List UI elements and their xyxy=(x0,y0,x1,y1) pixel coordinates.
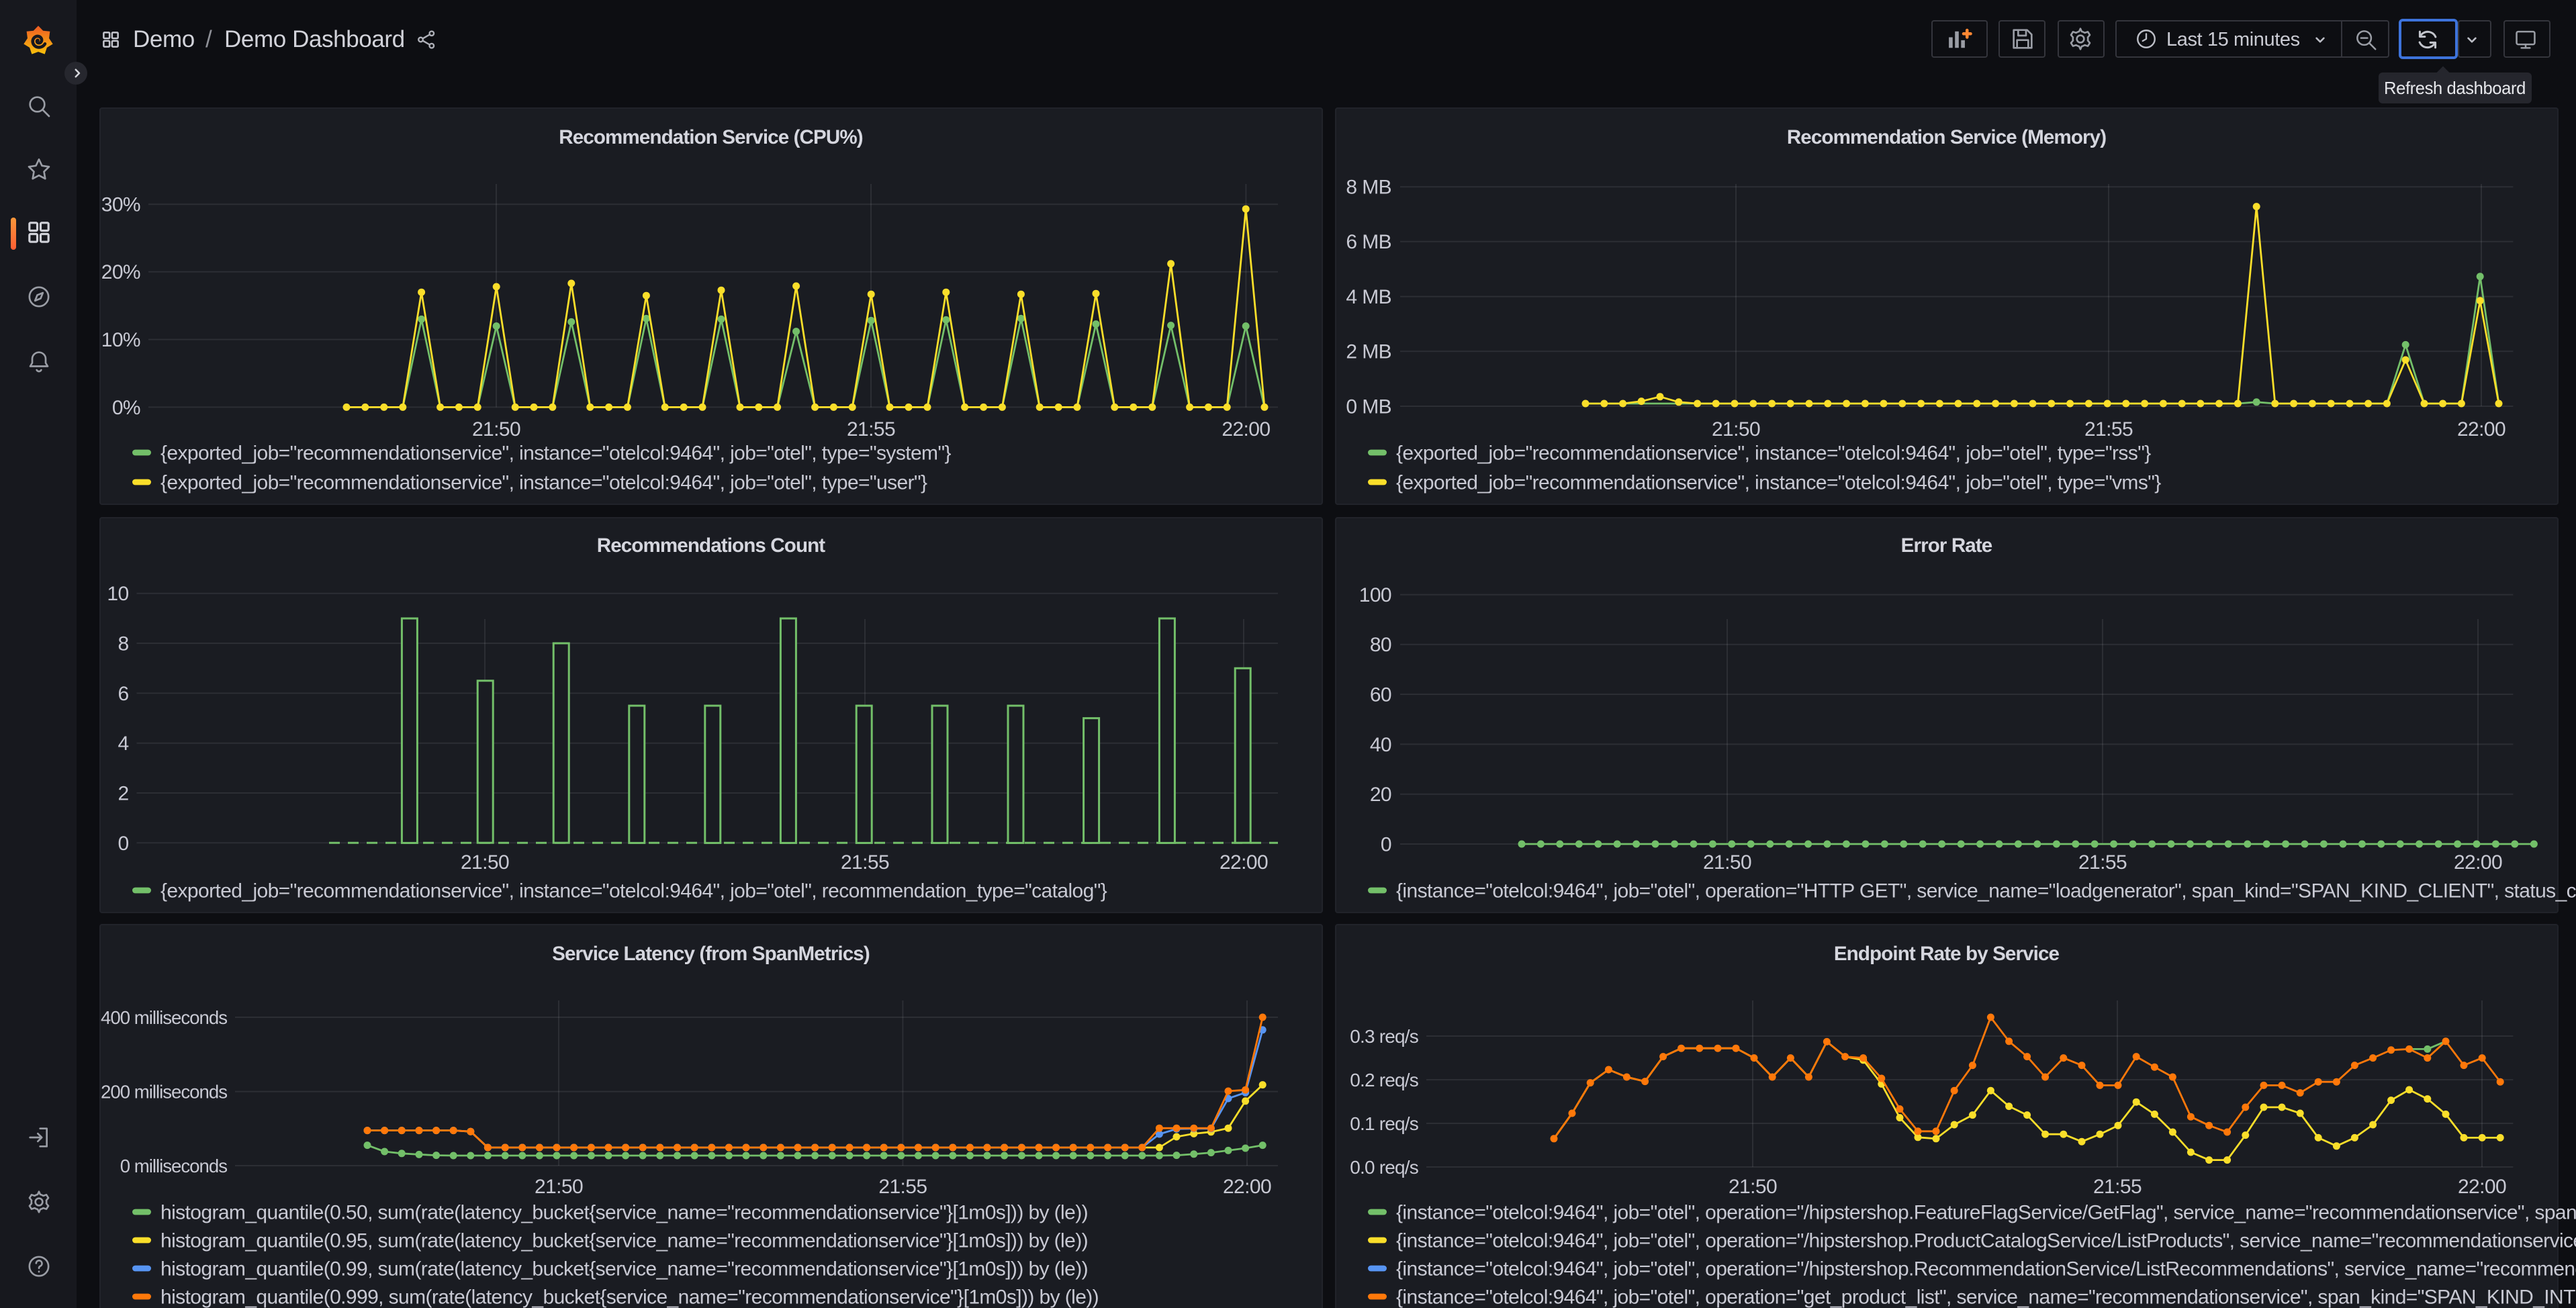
svg-text:80: 80 xyxy=(1370,634,1391,656)
svg-text:0.3 req/s: 0.3 req/s xyxy=(1350,1026,1418,1047)
svg-text:21:50: 21:50 xyxy=(472,418,520,440)
svg-text:8 MB: 8 MB xyxy=(1346,177,1391,199)
svg-text:10: 10 xyxy=(107,583,128,605)
svg-text:20: 20 xyxy=(1370,784,1391,806)
svg-text:22:00: 22:00 xyxy=(1222,418,1270,440)
svg-text:{exported_job="recommendations: {exported_job="recommendationservice", i… xyxy=(160,880,1107,902)
svg-text:22:00: 22:00 xyxy=(2457,418,2505,440)
svg-text:200 milliseconds: 200 milliseconds xyxy=(101,1082,227,1103)
svg-text:21:50: 21:50 xyxy=(1712,418,1760,440)
svg-text:21:50: 21:50 xyxy=(461,851,509,874)
svg-text:{instance="otelcol:9464", job=: {instance="otelcol:9464", job="otel", op… xyxy=(1396,1201,2576,1223)
svg-text:400 milliseconds: 400 milliseconds xyxy=(101,1007,227,1028)
svg-text:histogram_quantile(0.999, sum(: histogram_quantile(0.999, sum(rate(laten… xyxy=(160,1286,1099,1308)
svg-text:{exported_job="recommendations: {exported_job="recommendationservice", i… xyxy=(1396,442,2151,464)
svg-text:40: 40 xyxy=(1370,734,1391,756)
svg-text:21:55: 21:55 xyxy=(2078,851,2127,874)
svg-text:60: 60 xyxy=(1370,684,1391,706)
svg-text:30%: 30% xyxy=(101,193,140,216)
svg-text:2 MB: 2 MB xyxy=(1346,341,1391,363)
svg-text:21:50: 21:50 xyxy=(1729,1176,1777,1198)
svg-text:histogram_quantile(0.99, sum(r: histogram_quantile(0.99, sum(rate(latenc… xyxy=(160,1258,1088,1280)
svg-text:{instance="otelcol:9464", job=: {instance="otelcol:9464", job="otel", op… xyxy=(1396,880,2576,902)
svg-text:21:55: 21:55 xyxy=(2093,1176,2142,1198)
svg-text:4: 4 xyxy=(118,733,129,755)
svg-text:{instance="otelcol:9464", job=: {instance="otelcol:9464", job="otel", op… xyxy=(1396,1286,2576,1308)
svg-text:0 MB: 0 MB xyxy=(1346,395,1391,418)
svg-text:0: 0 xyxy=(118,833,129,855)
svg-text:21:50: 21:50 xyxy=(535,1176,583,1198)
svg-text:22:00: 22:00 xyxy=(1220,851,1268,874)
svg-text:100: 100 xyxy=(1359,584,1391,606)
svg-text:0.2 req/s: 0.2 req/s xyxy=(1350,1070,1418,1090)
svg-text:6 MB: 6 MB xyxy=(1346,231,1391,253)
svg-text:21:55: 21:55 xyxy=(841,851,889,874)
svg-text:histogram_quantile(0.95, sum(r: histogram_quantile(0.95, sum(rate(latenc… xyxy=(160,1229,1088,1252)
svg-text:0%: 0% xyxy=(112,397,140,419)
svg-text:{exported_job="recommendations: {exported_job="recommendationservice", i… xyxy=(160,471,927,494)
svg-text:22:00: 22:00 xyxy=(2454,851,2502,874)
svg-text:{exported_job="recommendations: {exported_job="recommendationservice", i… xyxy=(160,442,951,464)
svg-text:0 milliseconds: 0 milliseconds xyxy=(120,1156,227,1176)
svg-text:21:50: 21:50 xyxy=(1703,851,1751,874)
svg-text:21:55: 21:55 xyxy=(878,1176,927,1198)
svg-text:10%: 10% xyxy=(101,329,140,351)
svg-text:{instance="otelcol:9464", job=: {instance="otelcol:9464", job="otel", op… xyxy=(1396,1229,2576,1252)
svg-text:{instance="otelcol:9464", job=: {instance="otelcol:9464", job="otel", op… xyxy=(1396,1258,2576,1280)
svg-text:8: 8 xyxy=(118,633,129,655)
svg-text:22:00: 22:00 xyxy=(2458,1176,2506,1198)
svg-text:4 MB: 4 MB xyxy=(1346,286,1391,308)
svg-text:6: 6 xyxy=(118,683,129,705)
svg-text:21:55: 21:55 xyxy=(2084,418,2133,440)
svg-text:21:55: 21:55 xyxy=(847,418,895,440)
svg-text:2: 2 xyxy=(118,782,129,804)
svg-text:0: 0 xyxy=(1381,833,1391,855)
svg-text:22:00: 22:00 xyxy=(1223,1176,1271,1198)
svg-text:histogram_quantile(0.50, sum(r: histogram_quantile(0.50, sum(rate(latenc… xyxy=(160,1201,1088,1223)
svg-text:20%: 20% xyxy=(101,261,140,283)
svg-text:{exported_job="recommendations: {exported_job="recommendationservice", i… xyxy=(1396,471,2161,494)
svg-text:0.1 req/s: 0.1 req/s xyxy=(1350,1113,1418,1134)
svg-text:0.0 req/s: 0.0 req/s xyxy=(1350,1157,1418,1178)
